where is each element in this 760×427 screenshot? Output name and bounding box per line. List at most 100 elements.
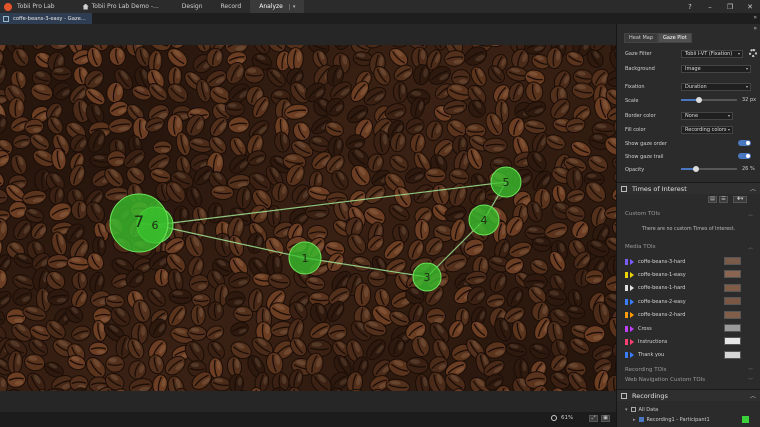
toi-flag-icon (630, 285, 634, 292)
recordings-header[interactable]: Recordings ︿ (617, 389, 760, 401)
panel-collapse-icon[interactable]: » (753, 25, 757, 32)
web-nav-tois-header[interactable]: Web Navigation Custom TOIs ﹀ (625, 377, 753, 384)
chevron-down-icon[interactable]: ▾ (288, 4, 296, 10)
chevron-down-icon[interactable]: ﹀ (748, 377, 753, 384)
opacity-value: 26 % (742, 166, 755, 172)
recording-row[interactable]: ▸ Recording1 - Participant1 (633, 415, 760, 424)
chevron-up-icon[interactable]: ︿ (750, 391, 756, 400)
background-select[interactable]: Image ▾ (681, 64, 751, 73)
opacity-row: Opacity 26 % (625, 165, 755, 174)
chevron-up-icon[interactable]: ︿ (748, 211, 753, 218)
toi-thumbnail (724, 324, 741, 332)
tab-gaze-plot[interactable]: Gaze Plot (658, 33, 692, 43)
gaze-filter-value: Tobii I-VT (Fixation) (685, 50, 733, 57)
tab-analyze[interactable]: Analyze ▾ (250, 0, 305, 13)
recording-tois-title: Recording TOIs (625, 367, 667, 373)
fill-color-row: Fill color Recording colors ▾ (625, 125, 753, 134)
toi-flag-icon (630, 338, 634, 345)
home-button[interactable]: Tobii Pro Lab Demo -... (82, 3, 159, 10)
opacity-slider[interactable] (681, 166, 737, 172)
tab-design[interactable]: Design (173, 0, 212, 13)
close-button[interactable]: ✕ (740, 3, 760, 11)
border-color-row: Border color None ▾ (625, 111, 753, 120)
chevron-down-icon[interactable]: ﹀ (748, 367, 753, 374)
gaze-trail (138, 181, 508, 278)
fixation-select[interactable]: Duration ▾ (681, 82, 751, 91)
gear-icon[interactable] (749, 49, 757, 57)
gaze-order-label: Show gaze order (625, 140, 667, 147)
fit-to-screen-button[interactable]: ⤢ (589, 415, 598, 422)
background-label: Background (625, 65, 655, 72)
all-data-checkbox[interactable] (630, 407, 636, 412)
collapse-panel-icon[interactable]: » (753, 14, 757, 21)
border-color-value: None (685, 112, 699, 119)
times-of-interest-header[interactable]: Times of Interest ︿ (617, 182, 760, 194)
media-tois-title: Media TOIs (625, 244, 656, 250)
toi-color-marker (625, 258, 628, 265)
zoom-control[interactable]: 61% (551, 415, 573, 421)
toi-label: Thank you (638, 352, 665, 359)
times-of-interest-title: Times of Interest (632, 184, 687, 193)
opacity-label: Opacity (625, 166, 645, 173)
toi-label: coffe-beans-2-hard (638, 312, 686, 319)
toi-color-marker (625, 352, 628, 359)
chevron-up-icon[interactable]: ︿ (750, 184, 756, 193)
fixation-row: Fixation Duration ▾ (625, 82, 753, 91)
toi-list-view-button[interactable]: ☰ (719, 196, 728, 203)
toi-label: coffe-beans-3-hard (638, 258, 686, 265)
stimulus-image: 1 3 4 5 67 (0, 45, 616, 391)
chevron-up-icon[interactable]: ︿ (748, 244, 753, 251)
gaze-trail-toggle[interactable] (738, 153, 751, 159)
scale-slider-knob[interactable] (695, 97, 702, 103)
document-tab[interactable]: coffe-beans-3-easy - Gaze... (0, 13, 92, 24)
border-color-select[interactable]: None ▾ (681, 111, 733, 120)
actual-size-button[interactable]: ▣ (601, 415, 610, 422)
gaze-order-toggle[interactable] (738, 140, 751, 146)
scale-label: Scale (625, 97, 639, 104)
gaze-filter-row: Gaze Filter Tobii I-VT (Fixation) ▾ (625, 49, 757, 58)
fixation-value: Duration (685, 83, 707, 90)
tree-expand-icon[interactable]: ▸ (633, 417, 636, 423)
caret-icon: ▾ (727, 126, 730, 132)
toggle-knob (746, 141, 750, 145)
media-tois-header[interactable]: Media TOIs ︿ (625, 244, 753, 251)
toi-thumbnail (724, 270, 741, 279)
fill-color-select[interactable]: Recording colors ▾ (681, 125, 733, 134)
tab-record[interactable]: Record (212, 0, 251, 13)
media-toi-item[interactable]: Cross (625, 324, 753, 333)
recording-tois-header[interactable]: Recording TOIs ﹀ (625, 367, 753, 374)
document-tab-strip: coffe-beans-3-easy - Gaze... » (0, 13, 760, 24)
maximize-button[interactable]: ❐ (720, 3, 740, 11)
add-toi-button[interactable]: ✚▾ (733, 196, 747, 203)
media-toi-item[interactable]: coffe-beans-1-easy (625, 270, 753, 279)
fixation-order-label: 6 (152, 219, 159, 232)
visualization-tabs: Heat Map Gaze Plot (624, 33, 692, 43)
window-controls: ? – ❐ ✕ (680, 0, 760, 13)
recording-checkbox[interactable] (638, 417, 644, 422)
properties-panel: » Heat Map Gaze Plot Gaze Filter Tobii I… (616, 24, 760, 427)
media-toi-item[interactable]: coffe-beans-2-easy (625, 297, 753, 306)
toi-thumbnail (724, 310, 741, 319)
help-button[interactable]: ? (680, 3, 700, 11)
toi-label: coffe-beans-1-easy (638, 271, 686, 278)
tree-expand-icon[interactable]: ▾ (625, 407, 628, 413)
media-toi-item[interactable]: coffe-beans-3-hard (625, 257, 753, 266)
media-toi-item[interactable]: Instructions (625, 337, 753, 346)
media-toi-item[interactable]: coffe-beans-2-hard (625, 310, 753, 320)
recordings-icon (621, 392, 627, 399)
visualization-canvas[interactable]: 1 3 4 5 67 (0, 24, 616, 412)
fixation-order-label: 1 (302, 252, 309, 265)
opacity-slider-knob[interactable] (692, 166, 699, 172)
minimize-button[interactable]: – (700, 3, 720, 11)
gaze-filter-select[interactable]: Tobii I-VT (Fixation) ▾ (681, 49, 743, 58)
media-toi-item[interactable]: Thank you (625, 350, 753, 360)
media-toi-item[interactable]: coffe-beans-1-hard (625, 283, 753, 293)
recording-row-all-data[interactable]: ▾ All Data (625, 405, 753, 414)
caret-icon: ▾ (727, 112, 730, 118)
tab-heat-map[interactable]: Heat Map (624, 33, 659, 43)
scale-slider[interactable] (681, 97, 737, 103)
custom-tois-header[interactable]: Custom TOIs ︿ (625, 211, 753, 218)
gaze-plot-overlay: 1 3 4 5 67 (109, 166, 522, 292)
toi-grid-view-button[interactable]: ▤ (708, 196, 717, 203)
recording-color-swatch[interactable] (742, 416, 749, 423)
